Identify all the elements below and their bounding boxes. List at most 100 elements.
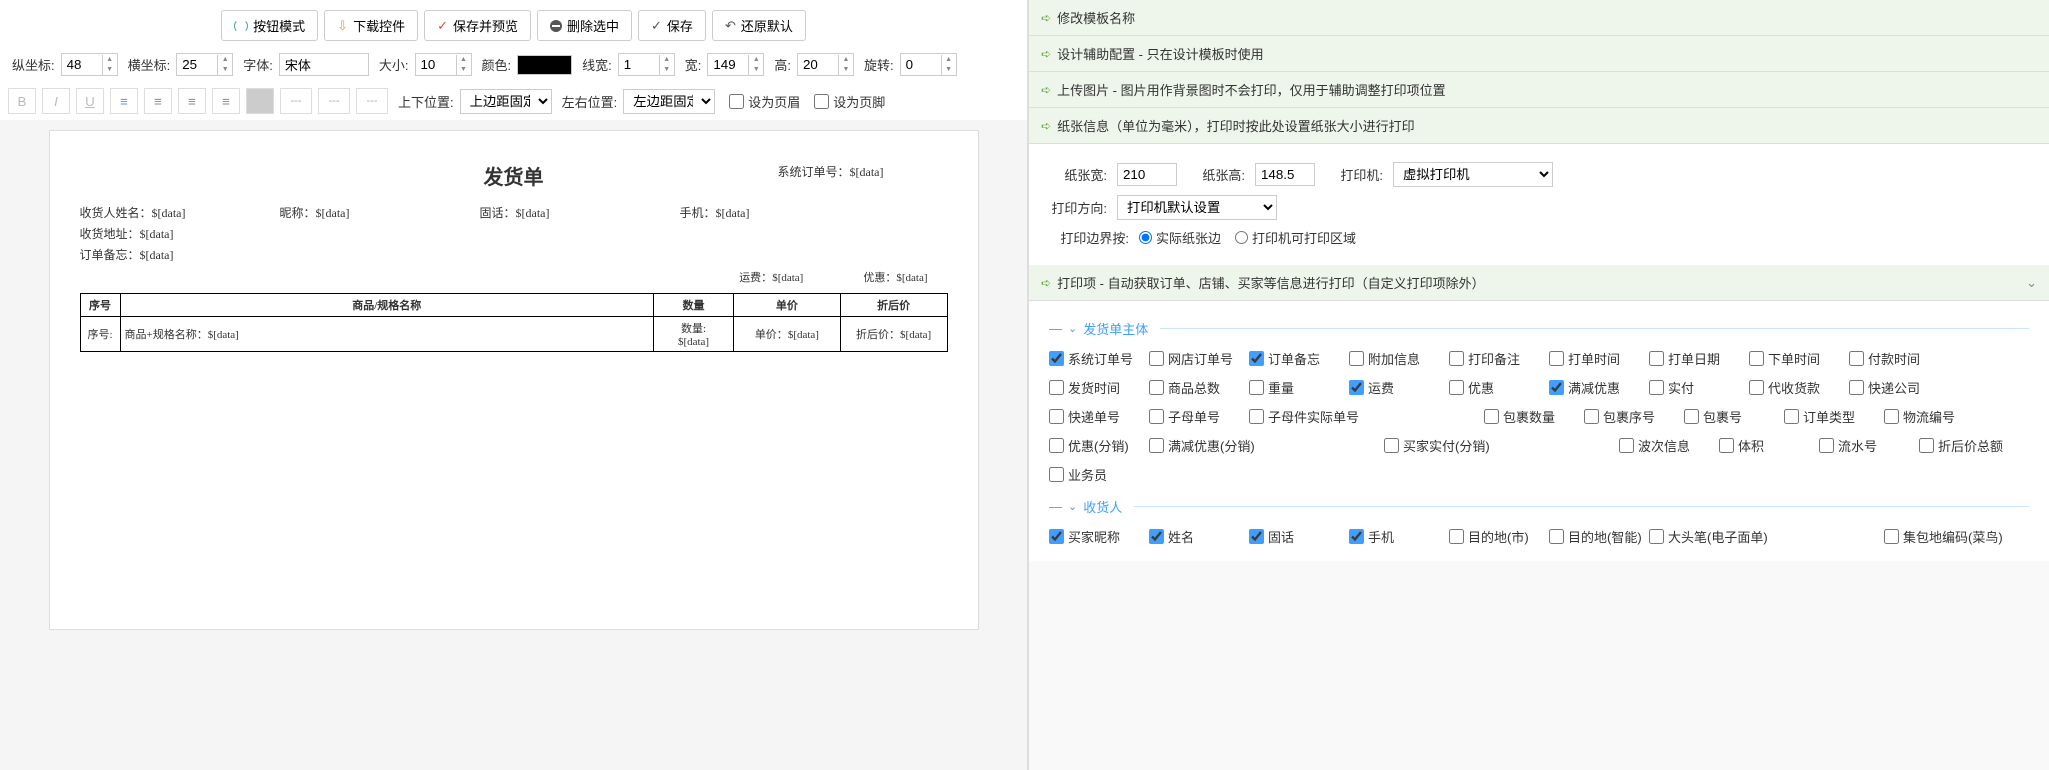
check-item[interactable]: 子母件实际单号 <box>1249 407 1384 426</box>
save-preview-button[interactable]: ✓保存并预览 <box>424 10 531 41</box>
recipient-name-field[interactable]: 收货人姓名：$[data] <box>80 204 240 221</box>
check-item[interactable]: 目的地(智能) <box>1549 527 1649 546</box>
x-coord-input[interactable] <box>177 54 217 75</box>
spinner-down[interactable]: ▼ <box>103 65 117 75</box>
section-design-assist[interactable]: ➪设计辅助配置 - 只在设计模板时使用 <box>1029 36 2049 72</box>
section-paper-info[interactable]: ➪纸张信息（单位为毫米），打印时按此处设置纸张大小进行打印 <box>1029 108 2049 144</box>
check-item[interactable]: 实付 <box>1649 378 1749 397</box>
width-input[interactable] <box>708 54 748 75</box>
check-item[interactable]: 包裹号 <box>1684 407 1784 426</box>
set-footer-checkbox[interactable]: 设为页脚 <box>814 92 885 111</box>
restore-default-button[interactable]: ↶还原默认 <box>712 10 806 41</box>
nickname-field[interactable]: 昵称：$[data] <box>280 204 440 221</box>
font-select[interactable] <box>279 53 369 76</box>
check-item[interactable]: 下单时间 <box>1749 349 1849 368</box>
set-header-checkbox[interactable]: 设为页眉 <box>729 92 800 111</box>
check-item[interactable]: 波次信息 <box>1619 436 1719 455</box>
check-item[interactable]: 姓名 <box>1149 527 1249 546</box>
check-item[interactable]: 大头笔(电子面单) <box>1649 527 1784 546</box>
check-item[interactable]: 子母单号 <box>1149 407 1249 426</box>
group-recipient[interactable]: ⌄收货人 <box>1049 497 2029 516</box>
tel-field[interactable]: 固话：$[data] <box>480 204 640 221</box>
paper-height-input[interactable] <box>1255 163 1315 186</box>
remark-field[interactable]: 订单备忘：$[data] <box>80 246 240 263</box>
check-item[interactable]: 打单时间 <box>1549 349 1649 368</box>
check-item[interactable]: 运费 <box>1349 378 1449 397</box>
check-item[interactable]: 发货时间 <box>1049 378 1149 397</box>
check-item[interactable]: 固话 <box>1249 527 1349 546</box>
download-widget-button[interactable]: ⇩下载控件 <box>324 10 418 41</box>
check-item[interactable]: 优惠 <box>1449 378 1549 397</box>
align-left-button[interactable]: ≡ <box>110 88 138 114</box>
hpos-select[interactable]: 左边距固定 <box>623 89 715 114</box>
check-item[interactable]: 包裹数量 <box>1484 407 1584 426</box>
check-item[interactable]: 重量 <box>1249 378 1349 397</box>
table-row[interactable]: 序号: 商品+规格名称：$[data] 数量:$[data] 单价：$[data… <box>80 317 947 352</box>
check-item[interactable]: 网店订单号 <box>1149 349 1249 368</box>
section-print-items[interactable]: ➪打印项 - 自动获取订单、店铺、买家等信息进行打印（自定义打印项除外）⌄ <box>1029 265 2049 301</box>
check-item[interactable]: 打印备注 <box>1449 349 1549 368</box>
check-item[interactable]: 优惠(分销) <box>1049 436 1149 455</box>
color-picker[interactable] <box>517 55 572 75</box>
border-style-2[interactable]: --- <box>318 88 350 114</box>
align-justify-button[interactable]: ≡ <box>212 88 240 114</box>
italic-button[interactable]: I <box>42 88 70 114</box>
vpos-select[interactable]: 上边距固定 <box>460 89 552 114</box>
design-canvas[interactable]: 系统订单号：$[data] 发货单 收货人姓名：$[data] 昵称：$[dat… <box>0 120 1027 770</box>
size-input[interactable] <box>416 54 456 75</box>
margin-radio-printable[interactable]: 打印机可打印区域 <box>1235 228 1356 247</box>
check-item[interactable]: 付款时间 <box>1849 349 1949 368</box>
check-item[interactable]: 附加信息 <box>1349 349 1449 368</box>
check-item[interactable]: 订单备忘 <box>1249 349 1349 368</box>
check-item[interactable]: 业务员 <box>1049 465 1149 484</box>
check-item[interactable]: 集包地编码(菜鸟) <box>1884 527 2019 546</box>
items-table[interactable]: 序号 商品/规格名称 数量 单价 折后价 序号: 商品+规格名称：$[data]… <box>80 293 948 352</box>
bold-button[interactable]: B <box>8 88 36 114</box>
line-width-input[interactable] <box>619 54 659 75</box>
check-item[interactable]: 买家昵称 <box>1049 527 1149 546</box>
check-item[interactable]: 买家实付(分销) <box>1384 436 1519 455</box>
button-mode-button[interactable]: 按钮模式 <box>221 10 318 41</box>
check-item[interactable]: 系统订单号 <box>1049 349 1149 368</box>
check-item[interactable]: 代收货款 <box>1749 378 1849 397</box>
margin-radio-actual[interactable]: 实际纸张边 <box>1139 228 1221 247</box>
printer-select[interactable]: 虚拟打印机 <box>1393 162 1553 187</box>
paper-width-input[interactable] <box>1117 163 1177 186</box>
check-item[interactable]: 满减优惠(分销) <box>1149 436 1284 455</box>
shipping-field[interactable]: 运费：$[data] <box>739 269 803 285</box>
sys-order-field[interactable]: 系统订单号：$[data] <box>778 163 938 180</box>
check-item[interactable]: 满减优惠 <box>1549 378 1649 397</box>
check-item[interactable]: 手机 <box>1349 527 1449 546</box>
check-item[interactable]: 折后价总额 <box>1919 436 2019 455</box>
right-panel: ➪修改模板名称 ➪设计辅助配置 - 只在设计模板时使用 ➪上传图片 - 图片用作… <box>1028 0 2049 770</box>
align-right-button[interactable]: ≡ <box>178 88 206 114</box>
check-item[interactable]: 流水号 <box>1819 436 1919 455</box>
fill-color-picker[interactable] <box>246 88 274 114</box>
align-center-button[interactable]: ≡ <box>144 88 172 114</box>
section-upload-image[interactable]: ➪上传图片 - 图片用作背景图时不会打印，仅用于辅助调整打印项位置 <box>1029 72 2049 108</box>
check-item[interactable]: 目的地(市) <box>1449 527 1549 546</box>
check-item[interactable]: 体积 <box>1719 436 1819 455</box>
border-style-3[interactable]: --- <box>356 88 388 114</box>
address-field[interactable]: 收货地址：$[data] <box>80 225 240 242</box>
section-template-name[interactable]: ➪修改模板名称 <box>1029 0 2049 36</box>
group-main[interactable]: ⌄发货单主体 <box>1049 319 2029 338</box>
y-coord-input[interactable] <box>62 54 102 75</box>
spinner-up[interactable]: ▲ <box>103 55 117 65</box>
height-input[interactable] <box>798 54 838 75</box>
check-item[interactable]: 物流编号 <box>1884 407 1984 426</box>
save-button[interactable]: ✓保存 <box>638 10 706 41</box>
check-item[interactable]: 订单类型 <box>1784 407 1884 426</box>
check-item[interactable]: 商品总数 <box>1149 378 1249 397</box>
delete-selected-button[interactable]: 删除选中 <box>537 10 632 41</box>
underline-button[interactable]: U <box>76 88 104 114</box>
mobile-field[interactable]: 手机：$[data] <box>680 204 840 221</box>
orient-select[interactable]: 打印机默认设置 <box>1117 195 1277 220</box>
check-item[interactable]: 快递单号 <box>1049 407 1149 426</box>
check-item[interactable]: 包裹序号 <box>1584 407 1684 426</box>
check-item[interactable]: 打单日期 <box>1649 349 1749 368</box>
discount-field[interactable]: 优惠：$[data] <box>863 269 927 285</box>
check-item[interactable]: 快递公司 <box>1849 378 1949 397</box>
rotate-input[interactable] <box>901 54 941 75</box>
border-style-1[interactable]: --- <box>280 88 312 114</box>
